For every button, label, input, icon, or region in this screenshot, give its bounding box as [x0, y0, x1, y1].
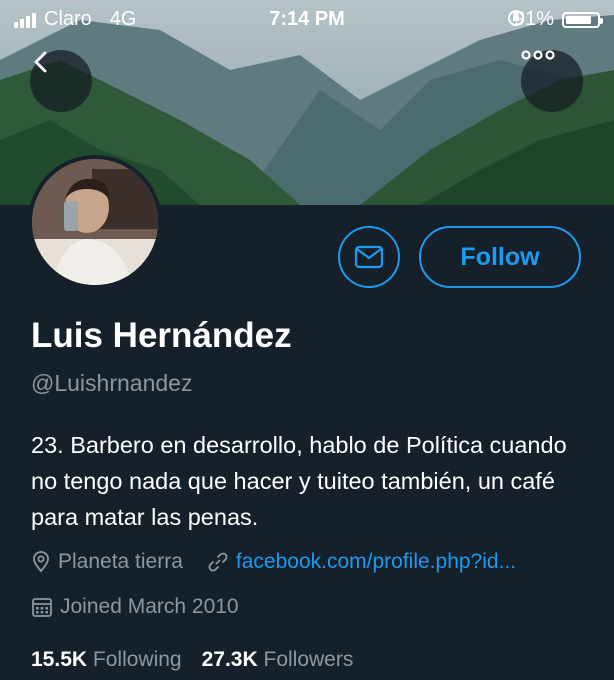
joined-row: Joined March 2010 [31, 595, 239, 619]
envelope-icon [354, 245, 384, 269]
status-bar: Claro 4G 7:14 PM 91% [0, 0, 614, 40]
more-horizontal-icon [521, 50, 555, 60]
user-handle: @Luishrnandez [31, 370, 193, 396]
battery-icon [562, 11, 603, 28]
status-right: 91% [506, 8, 603, 31]
more-options-button[interactable] [521, 50, 583, 112]
location-link-row: Planeta tierra facebook.com/profile.php?… [31, 550, 516, 574]
followers-label: Followers [263, 648, 354, 671]
location: Planeta tierra [31, 550, 183, 574]
message-button[interactable] [338, 226, 400, 288]
location-pin-icon [33, 551, 49, 573]
profile-link[interactable]: facebook.com/profile.php?id... [207, 550, 516, 574]
back-button[interactable] [30, 50, 92, 112]
followers-stat[interactable]: 27.3K Followers [202, 648, 354, 672]
joined-date: Joined March 2010 [31, 595, 239, 619]
profile-bio: 23. Barbero en desarrollo, hablo de Polí… [31, 432, 567, 530]
following-label: Following [92, 648, 182, 671]
avatar-photo [32, 159, 158, 285]
following-stat[interactable]: 15.5K Following [31, 648, 182, 672]
following-count: 15.5K [31, 648, 88, 671]
chevron-left-icon [34, 51, 47, 73]
display-name: Luis Hernández [31, 316, 292, 355]
location-text: Planeta tierra [58, 550, 183, 573]
followers-count: 27.3K [201, 648, 258, 671]
follow-stats: 15.5K Following 27.3K Followers [31, 648, 353, 672]
joined-text: Joined March 2010 [60, 595, 239, 618]
follow-button[interactable]: Follow [419, 226, 581, 288]
link-icon [208, 552, 228, 572]
calendar-icon [32, 598, 52, 617]
avatar[interactable] [28, 155, 162, 289]
profile-link-text[interactable]: facebook.com/profile.php?id... [236, 550, 516, 574]
